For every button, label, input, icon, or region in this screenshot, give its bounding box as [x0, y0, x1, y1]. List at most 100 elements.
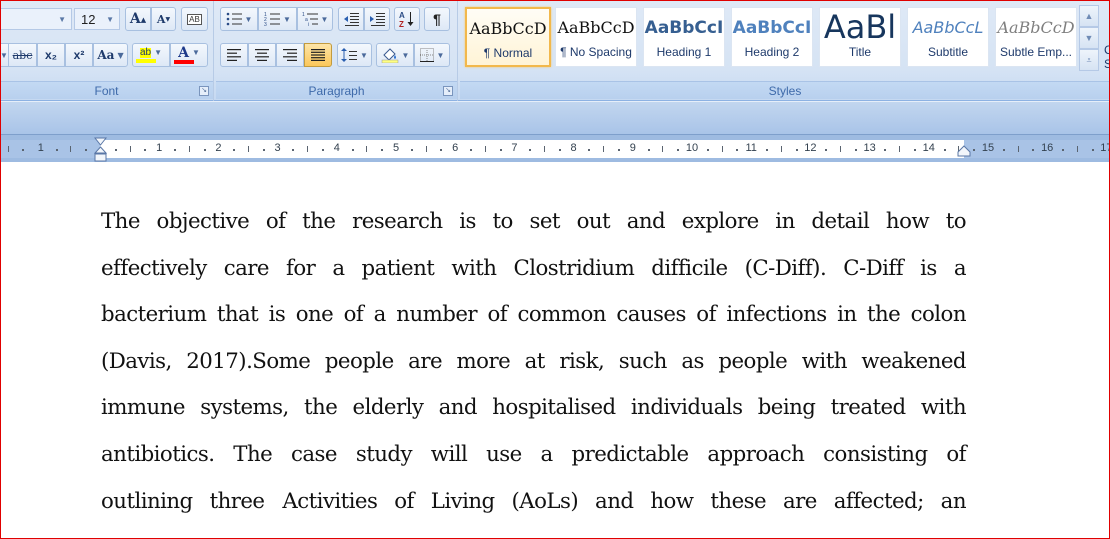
ruler-tick	[825, 149, 828, 151]
svg-text:Z: Z	[399, 20, 404, 28]
ruler-tick	[854, 149, 857, 151]
font-dialog-launcher[interactable]: ↘	[199, 86, 209, 96]
paragraph-group-label: Paragraph	[216, 81, 457, 99]
ruler-tick	[1032, 149, 1035, 151]
font-size-combo[interactable]: 12 ▼	[74, 8, 120, 30]
ruler-tick	[1002, 149, 1005, 151]
numbering-button[interactable]: 123 ▼	[258, 7, 297, 31]
style-name: Title	[848, 45, 872, 59]
chevron-down-icon: ▼	[436, 50, 445, 60]
borders-button[interactable]: ▼	[414, 43, 450, 67]
document-page[interactable]: The objective of the research is to set …	[0, 162, 1110, 539]
style-subtle-emphasis[interactable]: AaBbCcD Subtle Emp...	[995, 7, 1077, 67]
ruler-tick	[603, 146, 605, 152]
text-line: The objective of the research is to set …	[101, 209, 967, 234]
ruler-tick	[351, 149, 354, 151]
decrease-indent-button[interactable]	[338, 7, 364, 31]
font-color-button[interactable]: A ▼	[170, 43, 208, 67]
shading-button[interactable]: ▼	[376, 43, 414, 67]
font-group-label: Font	[0, 81, 213, 99]
chevron-down-icon: ▼	[401, 50, 410, 60]
body-paragraph[interactable]: The objective of the research is to set …	[101, 206, 967, 532]
line-spacing-button[interactable]: ▼	[337, 43, 372, 67]
align-right-button[interactable]	[276, 43, 304, 67]
style-heading-2[interactable]: AaBbCcI Heading 2	[731, 7, 813, 67]
style-heading-1[interactable]: AaBbCcI Heading 1	[643, 7, 725, 67]
font-size-value: 12	[81, 11, 96, 27]
align-center-button[interactable]	[248, 43, 276, 67]
ruler-tick	[55, 149, 58, 151]
gallery-scroll-up[interactable]: ▲	[1079, 5, 1099, 27]
gallery-more[interactable]: ⩡	[1079, 49, 1099, 71]
right-indent-marker[interactable]	[957, 145, 971, 157]
superscript-icon: x²	[73, 48, 85, 62]
text-after-caret: Activities of Living (AoLs) and how thes…	[282, 488, 966, 514]
svg-text:A: A	[399, 11, 405, 20]
paragraph-group: ▼ 123 ▼ 1ai ▼ AZ ¶ ▼ ▼ ▼ Paragraph ↘	[216, 0, 458, 101]
style-subtitle[interactable]: AaBbCcL Subtitle	[907, 7, 989, 67]
bullets-button[interactable]: ▼	[220, 7, 258, 31]
underline-dropdown[interactable]: ▼	[0, 43, 8, 67]
ruler-tick	[1017, 146, 1019, 152]
style-title[interactable]: AaBl Title	[819, 7, 901, 67]
font-color-swatch	[174, 59, 194, 64]
text-line: antibiotics. The case study will use a p…	[101, 441, 967, 467]
chevron-down-icon: ▼	[154, 48, 163, 57]
eraser-icon: AB	[187, 13, 202, 25]
style-preview: AaBl	[823, 8, 897, 44]
line-spacing-icon	[341, 48, 358, 62]
ruler-tick	[662, 146, 664, 152]
show-hide-formatting-button[interactable]: ¶	[424, 7, 450, 31]
clear-formatting-button[interactable]: AB	[181, 7, 208, 31]
decrease-indent-icon	[344, 13, 359, 26]
style-preview: AaBbCcI	[732, 18, 812, 38]
ruler-tick	[914, 149, 916, 151]
gallery-scroll-down[interactable]: ▼	[1079, 27, 1099, 49]
ruler-tick	[233, 149, 236, 151]
ruler-tick	[440, 149, 443, 151]
align-left-button[interactable]	[220, 43, 248, 67]
styles-group-label: Styles	[460, 81, 1110, 99]
ruler-tick	[780, 146, 782, 152]
paint-bucket-icon	[381, 48, 398, 63]
paragraph-dialog-launcher[interactable]: ↘	[443, 86, 453, 96]
horizontal-ruler[interactable]: 1 1 2 3 4 5 6 7 8 9 10 11 12 13 14 15 16 17	[0, 134, 1110, 162]
ruler-number: 2	[215, 142, 222, 154]
ruler-text-area	[100, 140, 964, 158]
multilevel-list-button[interactable]: 1ai ▼	[297, 7, 333, 31]
ruler-tick	[85, 149, 88, 151]
chevron-up-icon: ▲	[1084, 11, 1094, 21]
shrink-font-button[interactable]: A ▼	[151, 7, 176, 31]
ruler-number: 16	[1041, 142, 1054, 154]
ruler-tick	[322, 149, 324, 151]
ruler-tick	[677, 149, 680, 151]
change-styles-button[interactable]: C S	[1104, 43, 1110, 71]
sort-az-icon: AZ	[399, 11, 414, 28]
ruler-number: 10	[685, 142, 699, 154]
justify-button[interactable]	[304, 43, 332, 67]
first-line-indent-marker[interactable]	[94, 137, 107, 163]
style-name: Heading 1	[656, 45, 712, 59]
sort-button[interactable]: AZ	[394, 7, 420, 31]
svg-text:i: i	[308, 22, 309, 26]
superscript-button[interactable]: x²	[65, 43, 93, 67]
ruler-tick	[884, 149, 887, 151]
bullet-list-icon	[226, 12, 242, 26]
subscript-button[interactable]: x₂	[37, 43, 65, 67]
chevron-down-icon: ▼	[106, 15, 114, 24]
chevron-down-icon: ▼	[0, 50, 8, 60]
font-name-combo[interactable]: ▼	[0, 8, 72, 30]
ruler-tick	[1076, 146, 1078, 152]
text-highlight-button[interactable]: ab ▼	[132, 43, 170, 67]
font-color-icon: A	[178, 44, 189, 61]
style-name: Heading 2	[744, 45, 800, 59]
change-case-button[interactable]: Aa ▼	[93, 43, 128, 67]
grow-font-button[interactable]: A ▲	[125, 7, 151, 31]
style-normal[interactable]: AaBbCcD ¶ Normal	[465, 7, 551, 67]
increase-indent-button[interactable]	[364, 7, 390, 31]
ruler-number: 13	[863, 142, 876, 154]
ruler-number: 12	[804, 142, 817, 154]
style-no-spacing[interactable]: AaBbCcD ¶ No Spacing	[555, 7, 637, 67]
strikethrough-button[interactable]: abc	[8, 43, 37, 67]
ruler-tick	[8, 146, 9, 152]
